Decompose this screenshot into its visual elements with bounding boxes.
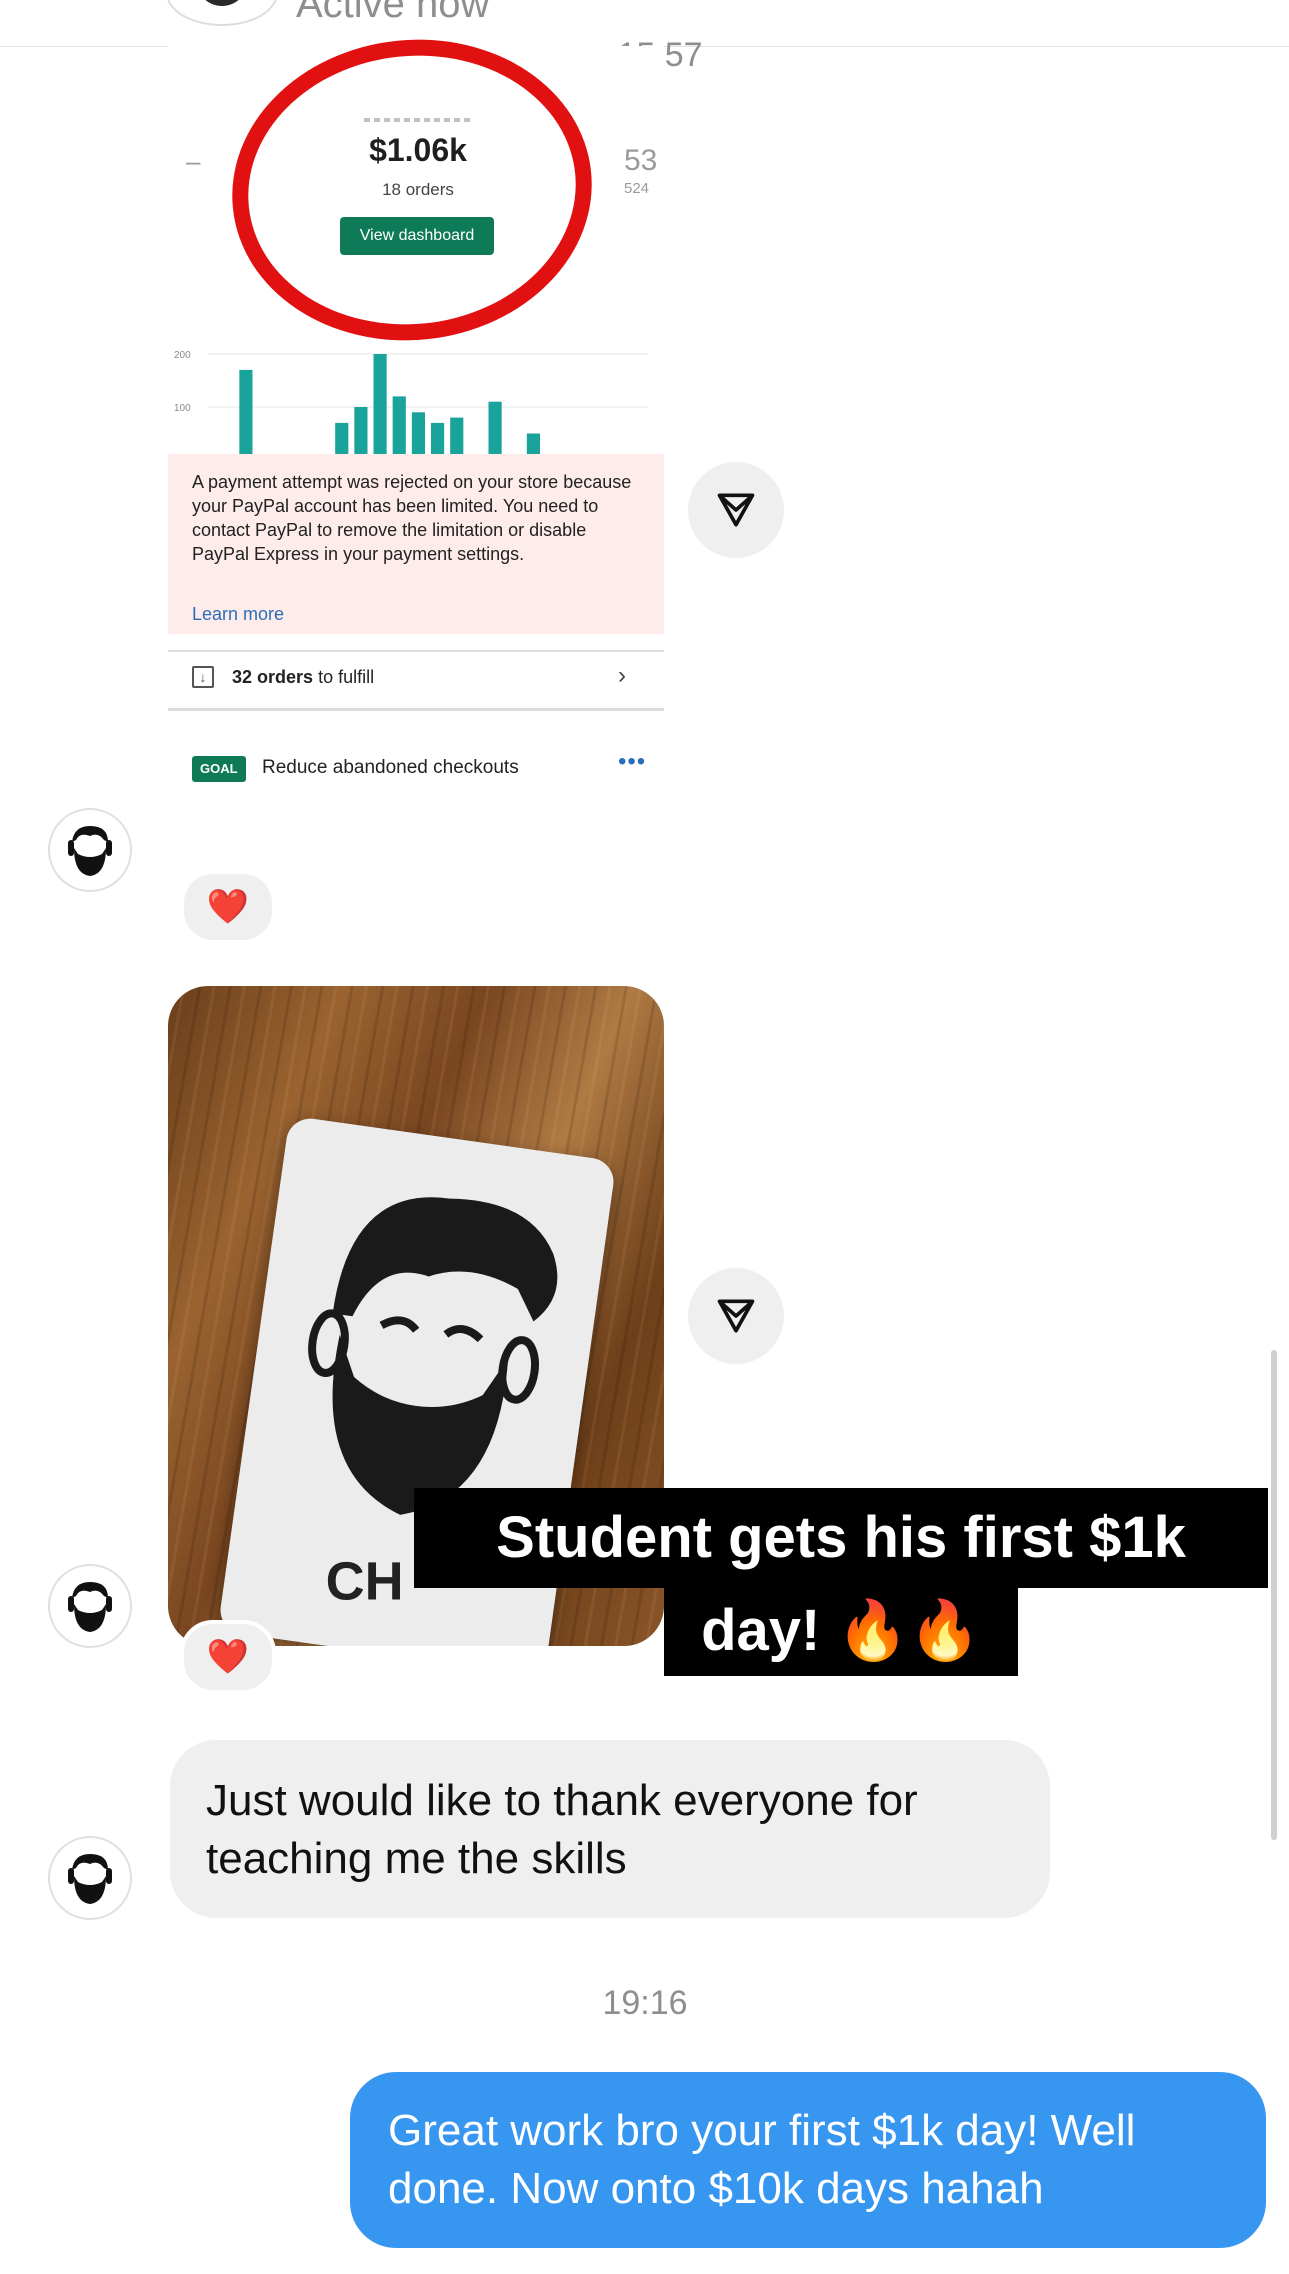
avatar[interactable]: [48, 808, 132, 892]
chart-bar: [354, 407, 368, 460]
avatar-beard-icon: [56, 816, 124, 884]
goal-text: Reduce abandoned checkouts: [262, 757, 519, 778]
chevron-right-icon: ›: [618, 662, 626, 689]
avatar-beard-icon: [56, 1844, 124, 1912]
avatar[interactable]: [48, 1836, 132, 1920]
heart-reaction[interactable]: ❤️: [180, 1620, 276, 1694]
chart-bar: [488, 401, 502, 460]
y-tick-label: 100: [174, 403, 191, 414]
card-text: CH: [325, 1551, 404, 1612]
orders-to-fulfill-row[interactable]: ↓ 32 orders to fulfill ›: [168, 650, 664, 711]
learn-more-link[interactable]: Learn more: [192, 604, 284, 625]
active-status: Active now: [296, 0, 490, 26]
fulfill-count: 32 orders: [232, 667, 314, 687]
dashboard-right-sub: 524: [624, 180, 650, 197]
fulfill-suffix: to fulfill: [318, 667, 375, 687]
avatar-beard-icon: [56, 1572, 124, 1640]
dashboard-left-dash: –: [186, 146, 201, 176]
share-icon: [717, 493, 755, 527]
timestamp: 19:16: [602, 1984, 688, 2022]
incoming-message-text: Just would like to thank everyone for te…: [206, 1776, 918, 1883]
y-tick-label: 200: [174, 350, 191, 361]
chart-bar: [373, 354, 387, 460]
goal-badge: GOAL: [192, 756, 246, 782]
incoming-message[interactable]: Just would like to thank everyone for te…: [170, 1740, 1050, 1918]
share-button[interactable]: [688, 1268, 784, 1364]
outgoing-message[interactable]: Great work bro your first $1k day! Well …: [350, 2072, 1266, 2248]
download-box-icon: ↓: [192, 666, 214, 688]
more-options-icon[interactable]: •••: [618, 748, 646, 776]
share-icon: [717, 1299, 755, 1333]
warning-message: A payment attempt was rejected on your s…: [192, 472, 632, 564]
paypal-warning-banner: A payment attempt was rejected on your s…: [168, 454, 664, 634]
heart-reaction[interactable]: ❤️: [180, 870, 276, 944]
chart-bar: [239, 369, 253, 460]
avatar[interactable]: [48, 1564, 132, 1648]
chart-bar: [411, 412, 425, 460]
share-button[interactable]: [688, 462, 784, 558]
header-avatar[interactable]: [166, 0, 278, 26]
dashboard-right-value: 53: [624, 144, 658, 177]
chart-bar: [392, 396, 406, 460]
fulfill-label: 32 orders to fulfill: [232, 667, 374, 688]
outgoing-message-text: Great work bro your first $1k day! Well …: [388, 2106, 1136, 2213]
scrollbar[interactable]: [1271, 1350, 1277, 1840]
caption-line-1: Student gets his first $1k: [414, 1488, 1268, 1588]
caption-line-2: day! 🔥🔥: [664, 1586, 1018, 1676]
